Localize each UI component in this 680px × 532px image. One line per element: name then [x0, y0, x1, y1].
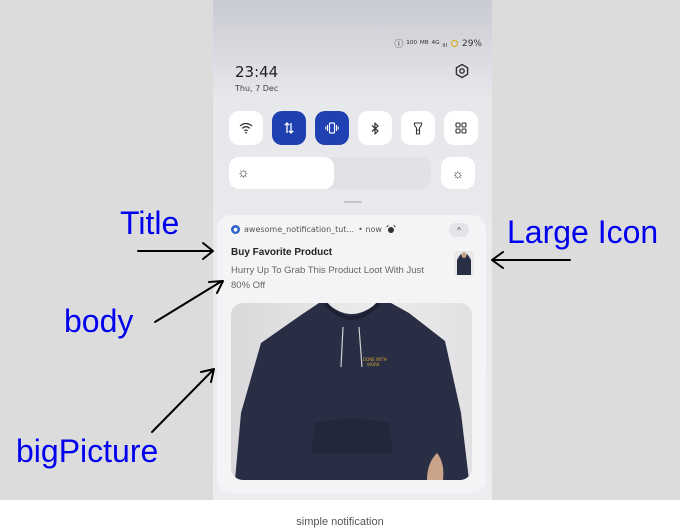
body-arrow-icon: [154, 280, 224, 323]
figure-caption: simple notification: [296, 516, 384, 528]
bigpicture-arrow-icon: [151, 368, 215, 433]
large-icon-arrow-icon: [491, 251, 571, 269]
title-arrow-icon: [137, 242, 214, 260]
annotation-arrows: [137, 242, 571, 433]
